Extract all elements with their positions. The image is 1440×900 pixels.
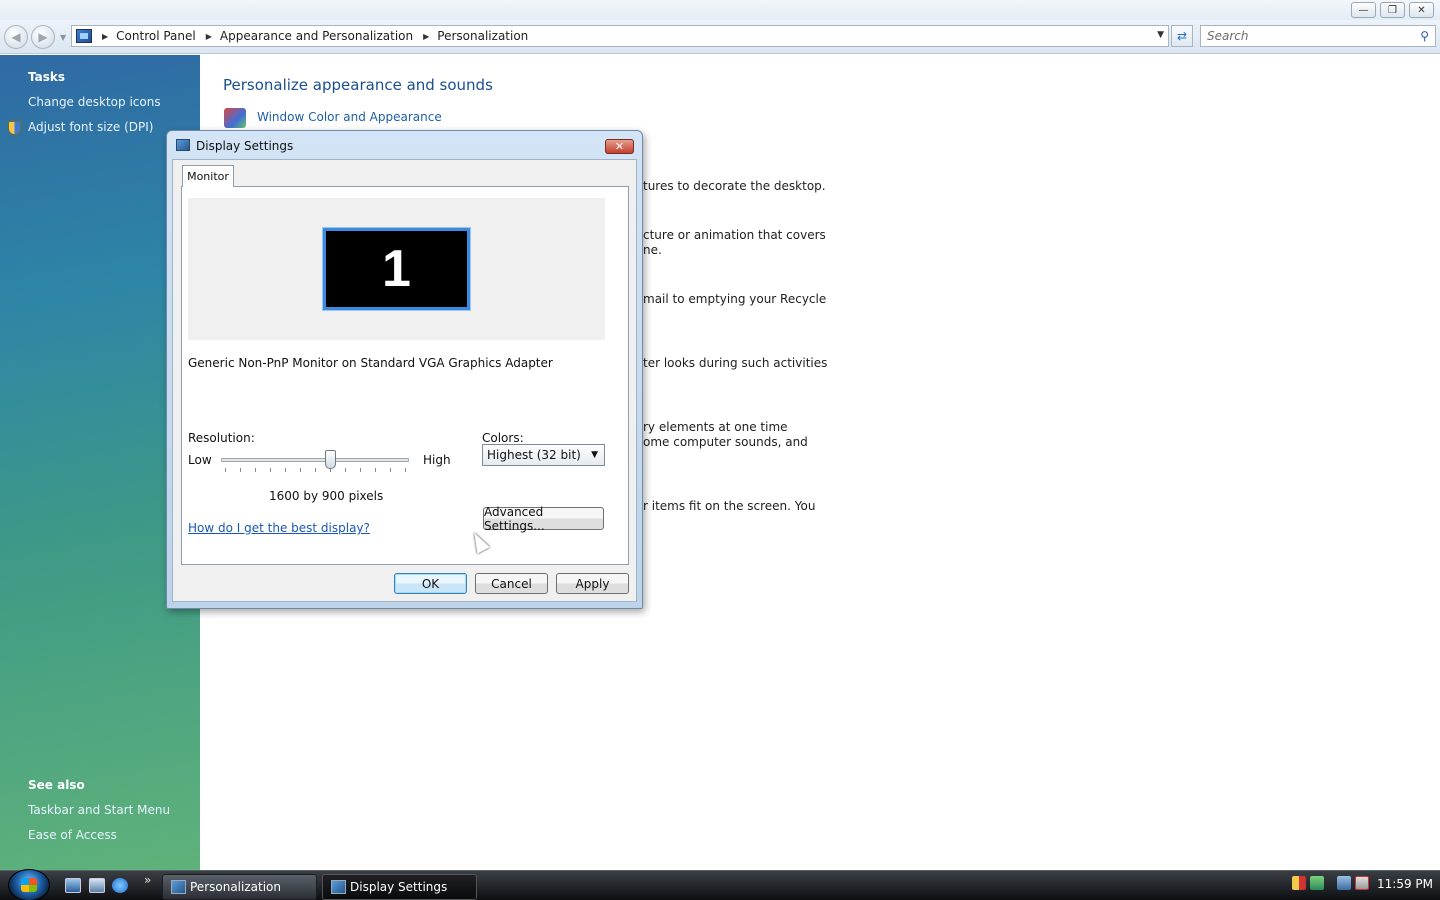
resolution-high-label: High [423,453,451,467]
colors-select[interactable]: Highest (32 bit) ▼ [482,444,605,466]
breadcrumb-arrow-icon[interactable]: ▶ [102,32,108,41]
switch-windows-icon[interactable] [89,878,105,893]
taskbar-button-display-settings[interactable]: Display Settings [322,874,477,900]
display-settings-icon [331,880,346,894]
taskbar: » Personalization Display Settings [0,869,1440,900]
back-arrow-icon: ◀ [11,30,21,44]
control-panel-icon [76,29,92,43]
address-toolbar: ◀ ▶ ▼ ▶ Control Panel ▶ Appearance and P… [0,20,1440,54]
restore-icon[interactable]: ❐ [1380,2,1405,18]
show-desktop-icon[interactable] [65,878,81,893]
monitor-description: Generic Non-PnP Monitor on Standard VGA … [188,356,553,370]
dialog-body: Monitor 1 Generic Non-PnP Monitor on Sta… [172,159,637,602]
screen-saver-description-line: cture or animation that covers [643,228,826,242]
taskbar-clock[interactable]: 11:59 PM [1377,877,1433,891]
window-titlebar: — ❐ ✕ [0,0,1440,20]
breadcrumb-appearance[interactable]: Appearance and Personalization [220,29,413,43]
advanced-settings-button[interactable]: Advanced Settings... [483,505,604,533]
tasks-heading: Tasks [28,70,66,84]
resolution-low-label: Low [188,453,212,467]
search-input[interactable]: Search ⚲ [1200,25,1436,47]
theme-description-line: ry elements at one time [643,420,788,434]
resolution-slider-track[interactable] [221,458,409,462]
resolution-slider-ticks [225,468,407,472]
taskbar-button-label: Personalization [190,880,281,894]
colors-label: Colors: [482,431,524,445]
taskbar-start-menu-link[interactable]: Taskbar and Start Menu [28,803,170,817]
see-also-heading: See also [28,778,85,792]
display-settings-dialog: Display Settings ✕ Monitor 1 Generic Non… [166,130,643,609]
taskbar-button-label: Display Settings [350,880,448,894]
forward-arrow-icon: ▶ [38,30,48,44]
recent-pages-dropdown-icon[interactable]: ▼ [60,33,66,42]
best-display-help-link[interactable]: How do I get the best display? [188,521,370,535]
minimize-icon[interactable]: — [1351,2,1376,18]
mouse-pointers-description: ter looks during such activities [643,356,828,370]
windows-sidebar-icon[interactable] [1310,876,1324,890]
tab-monitor[interactable]: Monitor [182,165,234,187]
breadcrumb-control-panel[interactable]: Control Panel [116,29,196,43]
uac-shield-icon [8,121,21,135]
dialog-close-button[interactable]: ✕ [605,139,634,154]
theme-description-line: ome computer sounds, and [643,435,808,449]
monitor-1[interactable]: 1 [322,227,471,311]
change-desktop-icons-link[interactable]: Change desktop icons [28,95,161,109]
monitor-arrangement-area: 1 [188,198,605,340]
screen-saver-description-line: ne. [643,243,662,257]
ease-of-access-link[interactable]: Ease of Access [28,828,117,842]
display-settings-description: r items fit on the screen. You [643,499,816,513]
sounds-description: mail to emptying your Recycle [643,292,827,306]
internet-explorer-icon[interactable] [112,878,128,893]
security-shield-icon[interactable] [1292,876,1306,890]
colors-selected-value: Highest (32 bit) [487,448,581,462]
volume-muted-icon[interactable] [1355,876,1369,890]
close-icon: ✕ [614,140,625,153]
apply-button[interactable]: Apply [556,573,629,594]
network-icon[interactable] [1337,876,1351,890]
search-icon[interactable]: ⚲ [1420,29,1429,43]
address-bar[interactable]: ▶ Control Panel ▶ Appearance and Persona… [71,25,1169,47]
address-dropdown-icon[interactable]: ▼ [1157,30,1164,40]
refresh-button[interactable]: ⇄ [1171,25,1193,47]
resolution-label: Resolution: [188,431,255,445]
back-button[interactable]: ◀ [4,25,28,49]
window-color-icon[interactable] [224,108,246,128]
resolution-value: 1600 by 900 pixels [269,489,384,503]
breadcrumb-arrow-icon[interactable]: ▶ [423,32,429,41]
control-panel-icon [171,880,186,894]
window-color-link[interactable]: Window Color and Appearance [257,110,442,124]
breadcrumb-personalization[interactable]: Personalization [437,29,528,43]
windows-logo-icon [21,878,37,892]
forward-button[interactable]: ▶ [31,25,55,49]
taskbar-button-personalization[interactable]: Personalization [162,874,317,900]
adjust-font-size-link[interactable]: Adjust font size (DPI) [28,120,153,134]
quick-launch-more-icon[interactable]: » [144,873,151,887]
display-settings-icon [176,139,190,151]
desktop-background-description: tures to decorate the desktop. [643,179,826,193]
cancel-button[interactable]: Cancel [475,573,548,594]
page-title: Personalize appearance and sounds [223,76,493,94]
ok-button[interactable]: OK [394,573,467,594]
start-button[interactable] [8,869,50,900]
close-icon[interactable]: ✕ [1409,2,1434,18]
resolution-slider-thumb[interactable] [325,450,336,469]
chevron-down-icon: ▼ [591,450,598,460]
search-placeholder: Search [1207,29,1249,43]
dialog-title: Display Settings [196,139,294,153]
breadcrumb-arrow-icon[interactable]: ▶ [206,32,212,41]
refresh-icon: ⇄ [1176,29,1188,43]
